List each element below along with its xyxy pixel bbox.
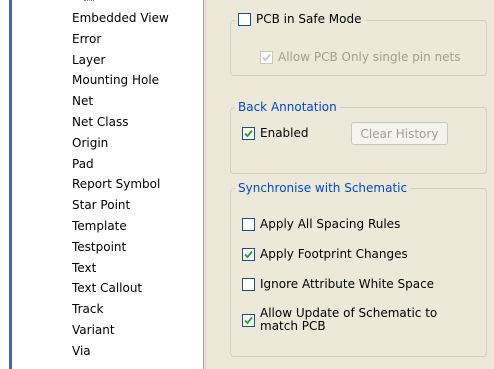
check-icon bbox=[262, 53, 271, 61]
tree-item-layer[interactable]: Layer bbox=[72, 50, 169, 71]
tree-item-label: Net bbox=[72, 94, 94, 109]
ignore-attribute-whitespace-checkbox[interactable] bbox=[242, 277, 255, 291]
tree-item-track[interactable]: Track bbox=[72, 299, 169, 320]
tree-item-star-point[interactable]: Star Point bbox=[72, 195, 169, 216]
tree-connector bbox=[84, 0, 94, 2]
allow-update-schematic-checkbox[interactable] bbox=[242, 313, 255, 327]
object-tree-panel[interactable]: Embedded View Error Layer Mounting Hole … bbox=[12, 0, 204, 369]
tree-item-label: Variant bbox=[72, 322, 115, 337]
tree-item-text-callout[interactable]: Text Callout bbox=[72, 278, 169, 299]
tree-item-label: Text Callout bbox=[72, 281, 143, 296]
enabled-label: Enabled bbox=[260, 126, 309, 140]
apply-spacing-rules-checkbox[interactable] bbox=[242, 217, 255, 231]
tree-item-label: Embedded View bbox=[72, 11, 169, 25]
tree-item-label: Report Symbol bbox=[72, 177, 161, 192]
tree-item-label: Error bbox=[72, 31, 102, 46]
safe-mode-group: PCB in Safe Mode bbox=[230, 12, 487, 76]
check-icon bbox=[244, 250, 253, 258]
tree-item-testpoint[interactable]: Testpoint bbox=[72, 237, 169, 258]
back-annotation-legend: Back Annotation bbox=[238, 100, 337, 114]
allow-update-schematic-row[interactable]: Allow Update of Schematic to match PCB bbox=[242, 307, 462, 333]
enabled-row[interactable]: Enabled bbox=[242, 126, 309, 140]
options-panel: PCB in Safe Mode Allow PCB Only single p… bbox=[205, 0, 494, 369]
check-icon bbox=[244, 316, 253, 324]
tree-item-label: Origin bbox=[72, 135, 109, 150]
tree-item-label: Text bbox=[72, 260, 97, 275]
allow-update-schematic-label: Allow Update of Schematic to match PCB bbox=[260, 306, 438, 333]
tree-item-label: Testpoint bbox=[72, 239, 127, 254]
tree-item-label: Star Point bbox=[72, 198, 131, 213]
tree-item-label: Track bbox=[72, 302, 104, 317]
tree-item-text[interactable]: Text bbox=[72, 258, 169, 279]
tree-item-report-symbol[interactable]: Report Symbol bbox=[72, 174, 169, 195]
tree-item-label: Net Class bbox=[72, 114, 129, 129]
allow-single-pin-checkbox[interactable] bbox=[260, 50, 273, 64]
tree-item-template[interactable]: Template bbox=[72, 216, 169, 237]
tree-item-label: Via bbox=[72, 343, 91, 358]
safe-mode-legend: PCB in Safe Mode bbox=[235, 12, 365, 29]
tree-item-label: Template bbox=[72, 218, 127, 233]
tree-item-label: Layer bbox=[72, 52, 106, 67]
ignore-attribute-whitespace-row[interactable]: Ignore Attribute White Space bbox=[242, 277, 434, 291]
tree-item-error[interactable]: Error bbox=[72, 29, 169, 50]
tree-item-origin[interactable]: Origin bbox=[72, 133, 169, 154]
apply-spacing-rules-label: Apply All Spacing Rules bbox=[260, 217, 401, 231]
apply-footprint-changes-label: Apply Footprint Changes bbox=[260, 247, 408, 261]
sync-schematic-legend: Synchronise with Schematic bbox=[238, 181, 408, 195]
tree-item-label: Pad bbox=[72, 156, 94, 171]
safe-mode-checkbox[interactable] bbox=[238, 12, 251, 26]
tree-item-pad[interactable]: Pad bbox=[72, 154, 169, 175]
tree-item-via[interactable]: Via bbox=[72, 341, 169, 362]
allow-single-pin-row[interactable]: Allow PCB Only single pin nets bbox=[260, 50, 460, 64]
enabled-checkbox[interactable] bbox=[242, 126, 255, 140]
tree-item-variant[interactable]: Variant bbox=[72, 320, 169, 341]
check-icon bbox=[244, 129, 253, 137]
ignore-attribute-whitespace-label: Ignore Attribute White Space bbox=[260, 277, 435, 291]
clear-history-button[interactable]: Clear History bbox=[351, 122, 448, 145]
safe-mode-label: PCB in Safe Mode bbox=[256, 12, 362, 26]
tree-item-embedded-view[interactable]: Embedded View bbox=[72, 8, 169, 29]
tree-item-net-class[interactable]: Net Class bbox=[72, 112, 169, 133]
tree-item-net[interactable]: Net bbox=[72, 91, 169, 112]
tree-item-mounting-hole[interactable]: Mounting Hole bbox=[72, 70, 169, 91]
tree-item-label: Mounting Hole bbox=[72, 73, 160, 88]
allow-single-pin-label: Allow PCB Only single pin nets bbox=[278, 50, 461, 64]
apply-footprint-changes-checkbox[interactable] bbox=[242, 247, 255, 261]
apply-spacing-rules-row[interactable]: Apply All Spacing Rules bbox=[242, 217, 400, 231]
apply-footprint-changes-row[interactable]: Apply Footprint Changes bbox=[242, 247, 408, 261]
object-tree-list: Embedded View Error Layer Mounting Hole … bbox=[72, 8, 169, 362]
